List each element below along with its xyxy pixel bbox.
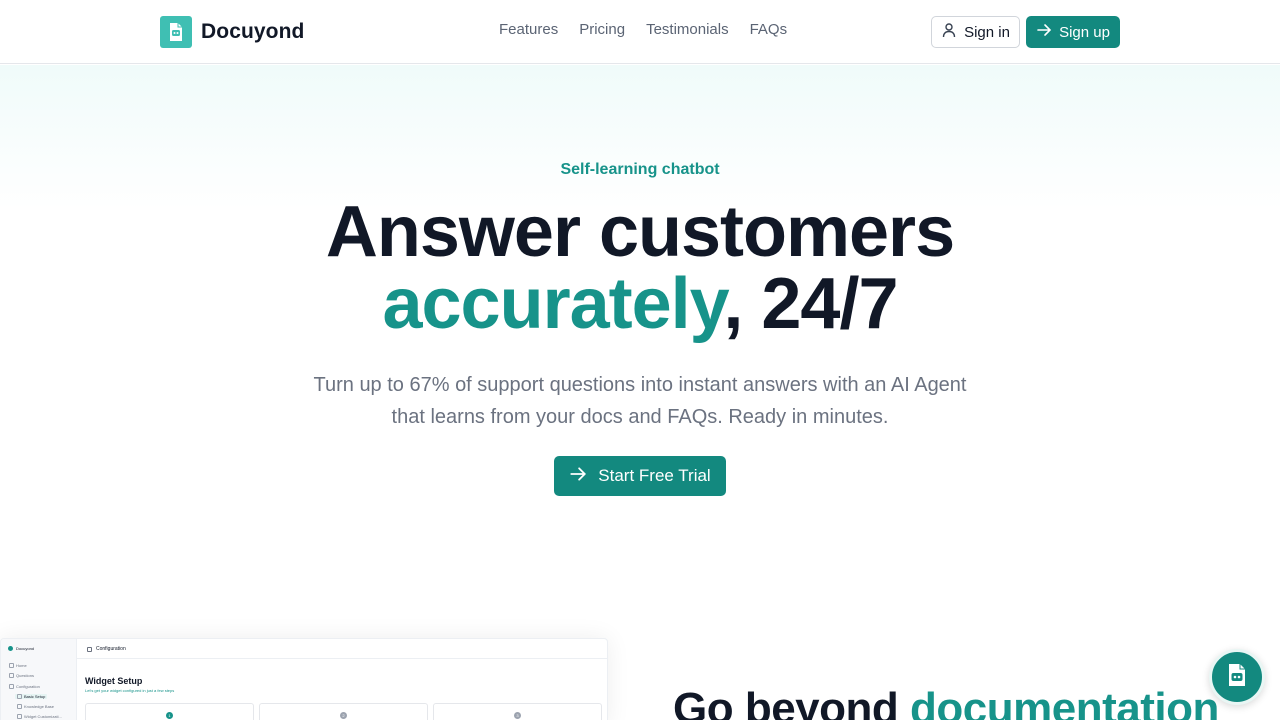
start-free-trial-button[interactable]: Start Free Trial: [554, 456, 726, 496]
preview-sidebar-label: Knowledge Base: [24, 704, 55, 709]
brand-name: Docuyond: [201, 20, 305, 43]
headline-accent: accurately: [382, 264, 724, 344]
preview-sidebar-item-knowledge-base: Knowledge Base: [17, 704, 54, 709]
preview-step-card: 1: [85, 703, 254, 720]
robot-document-icon: [160, 16, 192, 48]
widget-icon: [17, 714, 22, 719]
preview-sidebar-item-home: Home: [9, 663, 27, 668]
preview-sidebar-item-configuration: Configuration: [9, 684, 40, 689]
preview-brand-name: Docuyond: [16, 646, 35, 651]
step-indicator: 3: [514, 712, 521, 719]
chat-launcher-button[interactable]: [1209, 649, 1265, 705]
brand-logo[interactable]: Docuyond: [160, 16, 304, 48]
cta-label: Start Free Trial: [598, 466, 711, 485]
preview-title: Widget Setup: [85, 676, 143, 686]
user-icon: [941, 22, 957, 42]
preview-sidebar-item-basic-setup: Basic Setup: [15, 694, 48, 699]
headline-rest: , 24/7: [723, 264, 898, 344]
app-preview: Docuyond Home Questions Configuration Ba…: [0, 638, 608, 720]
section-heading-accent: documentation: [910, 684, 1219, 720]
preview-brand: Docuyond: [8, 646, 34, 651]
preview-sidebar-label: Home: [16, 663, 27, 668]
arrow-right-icon: [569, 465, 587, 488]
section-heading: Go beyond documentation: [673, 684, 1219, 720]
settings-icon: [9, 684, 14, 689]
preview-topbar: Configuration: [87, 646, 126, 652]
preview-topbar-title: Configuration: [96, 646, 126, 652]
preview-sidebar-label: Basic Setup: [24, 694, 46, 699]
panel-icon: [87, 646, 92, 652]
preview-sidebar-label: Questions: [16, 673, 35, 678]
sign-in-label: Sign in: [964, 23, 1010, 41]
sign-up-button[interactable]: Sign up: [1026, 16, 1120, 48]
hero-eyebrow: Self-learning chatbot: [560, 161, 720, 178]
nav-link-features[interactable]: Features: [499, 21, 558, 38]
preview-step-card: 3: [433, 703, 602, 720]
site-header: Docuyond Features Pricing Testimonials F…: [0, 0, 1280, 64]
robot-icon: [1222, 660, 1252, 695]
main-nav: Features Pricing Testimonials FAQs: [499, 21, 787, 38]
home-icon: [9, 663, 14, 668]
preview-sidebar: Docuyond Home Questions Configuration Ba…: [1, 639, 77, 720]
step-indicator: 2: [340, 712, 347, 719]
section-heading-text: Go beyond: [673, 684, 910, 720]
preview-logo-icon: [8, 646, 13, 651]
sign-in-button[interactable]: Sign in: [931, 16, 1020, 48]
preview-divider: [77, 658, 607, 659]
preview-sidebar-label: Configuration: [16, 684, 40, 689]
nav-link-faqs[interactable]: FAQs: [750, 21, 788, 38]
step-indicator: 1: [166, 712, 173, 719]
setup-icon: [17, 694, 22, 699]
nav-link-pricing[interactable]: Pricing: [579, 21, 625, 38]
preview-sidebar-item-questions: Questions: [9, 673, 34, 678]
book-icon: [17, 704, 22, 709]
preview-sidebar-label: Widget Customizati...: [24, 714, 62, 719]
headline-line1: Answer customers: [325, 192, 955, 272]
hero-subtitle: Turn up to 67% of support questions into…: [313, 374, 967, 428]
preview-step-card: 2: [259, 703, 428, 720]
preview-sidebar-item-widget: Widget Customizati...: [17, 714, 62, 719]
nav-link-testimonials[interactable]: Testimonials: [646, 21, 729, 38]
questions-icon: [9, 673, 14, 678]
sign-up-label: Sign up: [1059, 23, 1110, 41]
hero-headline: Answer customers accurately, 24/7: [0, 196, 1280, 340]
preview-subtitle: Let's get your widget configured in just…: [85, 688, 175, 693]
arrow-right-icon: [1036, 22, 1052, 42]
